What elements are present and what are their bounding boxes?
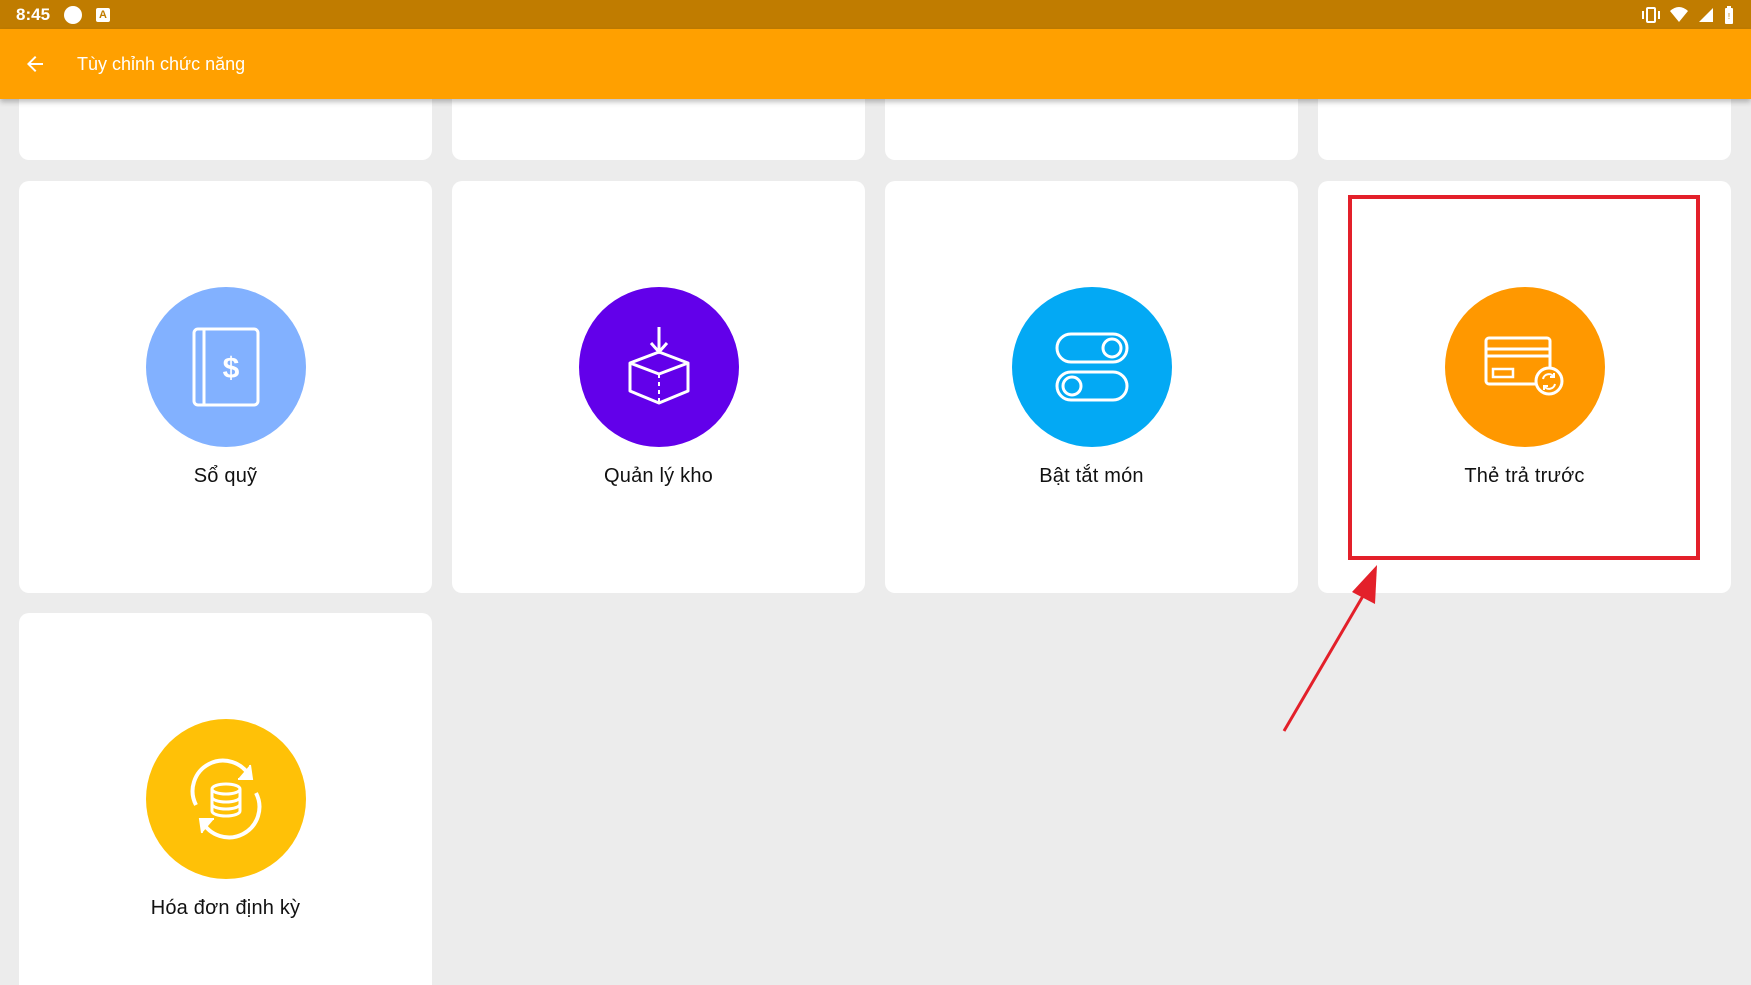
function-card-partial[interactable]: [452, 99, 865, 160]
vibrate-icon: [1642, 6, 1660, 23]
toggle-switch-icon: [1055, 332, 1128, 402]
notification-dot-icon: [64, 5, 83, 24]
arrow-left-icon: [27, 56, 43, 72]
status-icons: !: [1641, 5, 1735, 25]
function-card-cash-book[interactable]: $ Sổ quỹ: [19, 181, 432, 593]
function-label: Thẻ trả trước: [1464, 465, 1585, 487]
prepaid-card-icon: [1444, 287, 1605, 447]
cash-book-icon: $: [192, 327, 259, 407]
prepaid-card-icon: [1484, 336, 1563, 396]
status-time: 8:45: [16, 4, 51, 24]
function-card-partial[interactable]: [19, 99, 432, 160]
toggle-switch-icon: [1011, 287, 1172, 447]
function-card-partial[interactable]: [1318, 99, 1731, 160]
recurring-invoice-icon: [145, 719, 306, 879]
function-grid: $ Sổ quỹ Quản lý kho Bật tắt món Thẻ trả…: [0, 99, 1751, 985]
svg-text:$: $: [222, 352, 239, 385]
function-label: Sổ quỹ: [193, 465, 258, 487]
function-label: Bật tắt món: [1039, 465, 1144, 487]
warehouse-box-icon: [628, 327, 689, 405]
signal-icon: [1699, 7, 1713, 22]
function-label: Quản lý kho: [604, 465, 713, 487]
function-card-recurring-invoice[interactable]: Hóa đơn định kỳ: [19, 613, 432, 985]
function-card-prepaid-card[interactable]: Thẻ trả trước: [1318, 181, 1731, 593]
recurring-invoice-icon: [190, 758, 261, 840]
function-label: Hóa đơn định kỳ: [150, 897, 301, 919]
function-card-toggle-items[interactable]: Bật tắt món: [885, 181, 1298, 593]
app-bar: Tùy chỉnh chức năng: [0, 29, 1751, 99]
back-button[interactable]: [0, 29, 70, 99]
android-a-icon: A: [96, 7, 111, 22]
page-title: Tùy chỉnh chức năng: [77, 53, 246, 74]
svg-text:!: !: [1728, 12, 1730, 21]
battery-icon: !: [1725, 5, 1733, 24]
function-card-warehouse[interactable]: Quản lý kho: [452, 181, 865, 593]
cash-book-icon: $: [145, 287, 306, 447]
function-card-partial[interactable]: [885, 99, 1298, 160]
warehouse-box-icon: [578, 287, 739, 447]
status-bar: 8:45 A !: [0, 0, 1751, 29]
wifi-icon: [1670, 6, 1688, 22]
